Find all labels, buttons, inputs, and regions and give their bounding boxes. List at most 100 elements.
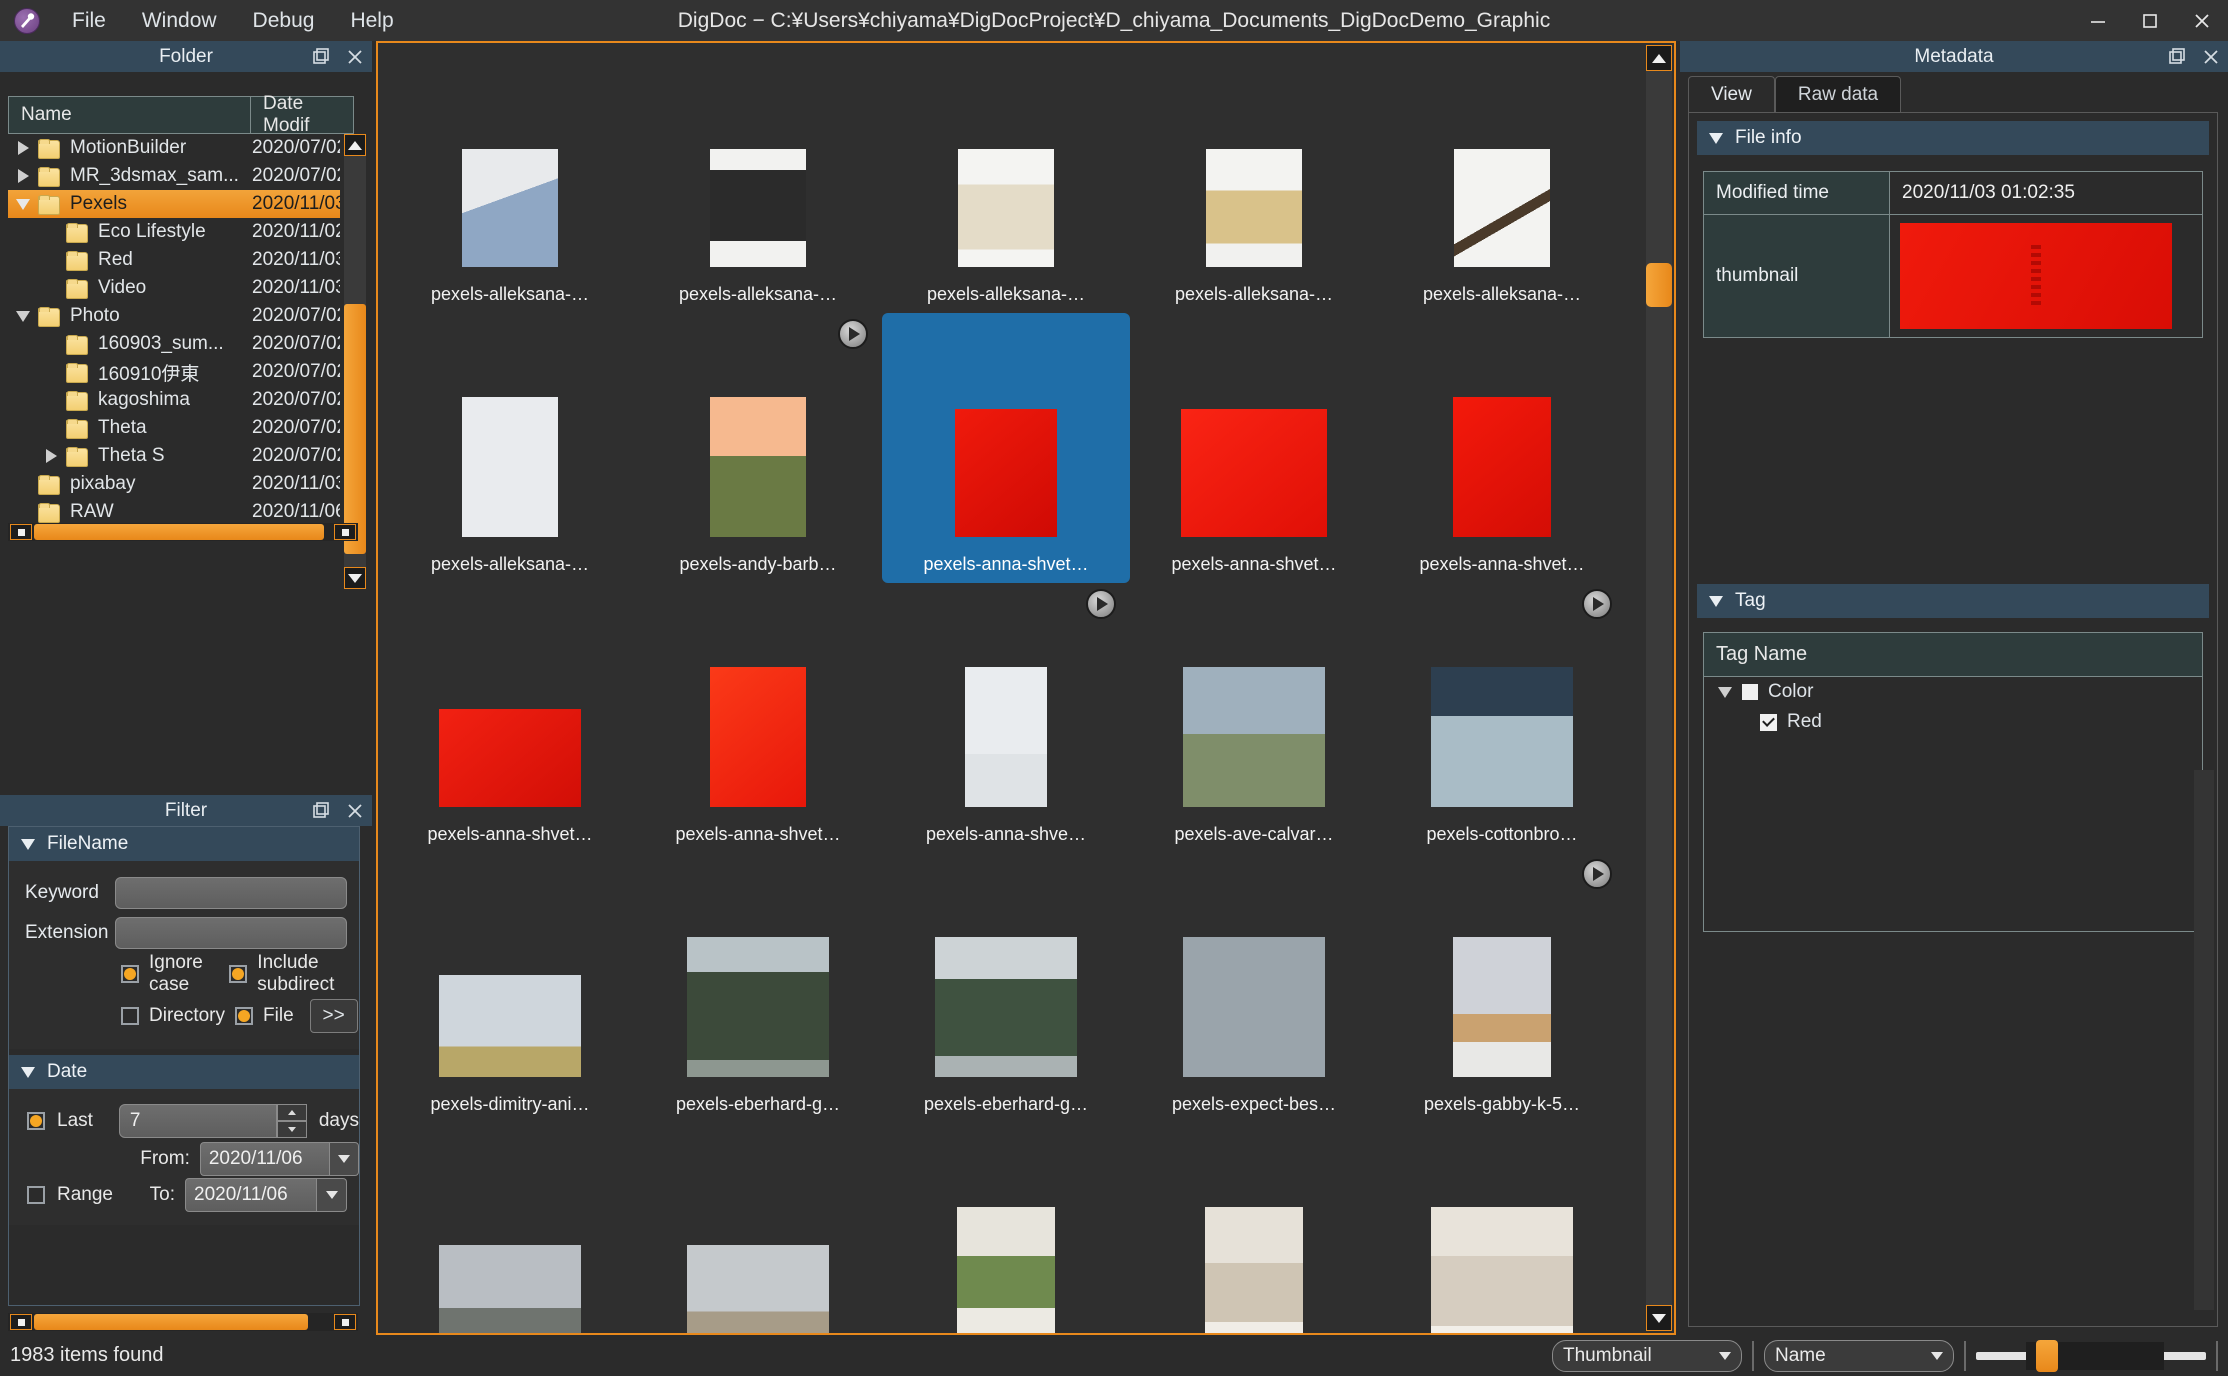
filter-group-filename-header[interactable]: FileName: [9, 827, 359, 861]
file-radio[interactable]: [235, 1007, 254, 1025]
folder-tree-vertical-scrollbar[interactable]: [344, 134, 366, 589]
scroll-left-icon[interactable]: [10, 524, 32, 540]
scroll-up-icon[interactable]: [344, 134, 366, 156]
close-icon[interactable]: [2200, 46, 2222, 68]
play-icon[interactable]: [1582, 859, 1612, 889]
last-days-input[interactable]: 7: [118, 1104, 277, 1138]
scroll-right-icon[interactable]: [334, 524, 356, 540]
thumbnail-cell[interactable]: pexels-karolina-g…: [1378, 1123, 1626, 1333]
column-header-date[interactable]: Date Modif: [251, 93, 353, 136]
thumbnail-cell[interactable]: pexels-anna-shvet…: [1378, 313, 1626, 583]
folder-tree-row[interactable]: Theta 2020/07/02: [8, 414, 340, 442]
thumbnail-cell[interactable]: pexels-ave-calvar…: [1130, 583, 1378, 853]
chevron-right-icon[interactable]: [8, 141, 38, 155]
scrollbar-thumb[interactable]: [34, 524, 324, 540]
float-window-icon[interactable]: [310, 46, 332, 68]
folder-tree-row[interactable]: Pexels 2020/11/03: [8, 190, 340, 218]
play-icon[interactable]: [1582, 589, 1612, 619]
extension-input[interactable]: [115, 917, 347, 949]
play-icon[interactable]: [838, 319, 868, 349]
chevron-right-icon[interactable]: [36, 449, 66, 463]
column-header-tag-name[interactable]: Tag Name: [1704, 633, 2202, 677]
keyword-input[interactable]: [115, 877, 347, 909]
scroll-up-icon[interactable]: [1646, 45, 1672, 71]
folder-tree-row[interactable]: Video 2020/11/03: [8, 274, 340, 302]
view-mode-select[interactable]: Thumbnail: [1552, 1339, 1742, 1372]
folder-tree-row[interactable]: RAW 2020/11/06: [8, 498, 340, 524]
folder-tree-row[interactable]: pixabay 2020/11/03: [8, 470, 340, 498]
chevron-down-icon[interactable]: [8, 310, 38, 322]
more-options-button[interactable]: >>: [309, 999, 358, 1033]
chevron-down-icon[interactable]: [1718, 686, 1732, 698]
tag-row[interactable]: Color: [1704, 677, 2202, 707]
thumbnail-cell[interactable]: pexels-anna-shvet…: [386, 583, 634, 853]
thumbnail-cell[interactable]: pexels-anna-shvet…: [882, 313, 1130, 583]
minimize-icon[interactable]: [2072, 0, 2124, 41]
folder-tree-row[interactable]: Red 2020/11/03: [8, 246, 340, 274]
tab-raw-data[interactable]: Raw data: [1774, 76, 1902, 112]
scroll-right-icon[interactable]: [334, 1314, 356, 1330]
tag-row[interactable]: Red: [1704, 707, 2202, 737]
thumbnail-cell[interactable]: pexels-eberhard-g…: [882, 853, 1130, 1123]
thumbnail-cell[interactable]: pexels-alleksana-…: [386, 313, 634, 583]
filter-horizontal-scrollbar[interactable]: [8, 1313, 358, 1331]
stepper-down-icon[interactable]: [276, 1121, 307, 1138]
stepper-up-icon[interactable]: [276, 1104, 307, 1121]
tab-view[interactable]: View: [1688, 76, 1775, 112]
scrollbar-track[interactable]: [344, 156, 366, 567]
folder-tree-row[interactable]: kagoshima 2020/07/02: [8, 386, 340, 414]
thumbnail-cell[interactable]: pexels-alleksana-…: [882, 43, 1130, 313]
column-header-name[interactable]: Name: [9, 97, 251, 133]
chevron-down-icon[interactable]: [8, 198, 38, 210]
thumbnail-cell[interactable]: pexels-george-she…: [386, 1123, 634, 1333]
metadata-vertical-scrollbar[interactable]: [2194, 770, 2214, 1310]
filter-group-date-header[interactable]: Date: [9, 1055, 359, 1089]
menu-help[interactable]: Help: [332, 0, 411, 41]
menu-debug[interactable]: Debug: [235, 0, 333, 41]
menu-file[interactable]: File: [54, 0, 124, 41]
from-date-input[interactable]: 2020/11/06: [199, 1142, 330, 1176]
chevron-right-icon[interactable]: [8, 169, 38, 183]
thumbnail-cell[interactable]: pexels-dimitry-ani…: [386, 853, 634, 1123]
scroll-down-icon[interactable]: [344, 567, 366, 589]
tag-checkbox[interactable]: [1742, 684, 1758, 700]
menu-window[interactable]: Window: [124, 0, 235, 41]
thumbnail-size-slider[interactable]: [1976, 1339, 2206, 1372]
directory-checkbox[interactable]: [121, 1007, 139, 1025]
file-info-header[interactable]: File info: [1697, 121, 2209, 155]
tag-header[interactable]: Tag: [1697, 584, 2209, 618]
include-subdirectory-radio[interactable]: [229, 965, 248, 983]
maximize-icon[interactable]: [2124, 0, 2176, 41]
grid-vertical-scrollbar[interactable]: [1646, 45, 1672, 1331]
thumbnail-cell[interactable]: pexels-karolina-g…: [882, 1123, 1130, 1333]
thumbnail-cell[interactable]: pexels-alleksana-…: [1378, 43, 1626, 313]
folder-tree-row[interactable]: Eco Lifestyle 2020/11/02: [8, 218, 340, 246]
range-checkbox[interactable]: [27, 1186, 45, 1204]
scrollbar-thumb[interactable]: [1646, 263, 1672, 307]
scroll-down-icon[interactable]: [1646, 1305, 1672, 1331]
thumbnail-cell[interactable]: pexels-cottonbro…: [1378, 583, 1626, 853]
ignore-case-radio[interactable]: [121, 965, 139, 983]
thumbnail-cell[interactable]: pexels-alleksana-…: [386, 43, 634, 313]
sort-by-select[interactable]: Name: [1764, 1339, 1954, 1372]
scrollbar-thumb[interactable]: [34, 1314, 308, 1330]
folder-tree-row[interactable]: Theta S 2020/07/02: [8, 442, 340, 470]
thumbnail-cell[interactable]: pexels-karolina-g…: [1130, 1123, 1378, 1333]
close-icon[interactable]: [2176, 0, 2228, 41]
last-radio[interactable]: [27, 1112, 45, 1130]
slider-thumb[interactable]: [2036, 1339, 2058, 1372]
thumbnail-grid-scroll-area[interactable]: pexels-alleksana-… pexels-alleksana-… pexe…: [378, 43, 1646, 1333]
thumbnail-cell[interactable]: pexels-gabby-k-5…: [1378, 853, 1626, 1123]
folder-tree-row[interactable]: Photo 2020/07/02: [8, 302, 340, 330]
thumbnail-cell[interactable]: pexels-andy-barb…: [634, 313, 882, 583]
close-icon[interactable]: [344, 46, 366, 68]
folder-tree-row[interactable]: 160910伊東 2020/07/02: [8, 358, 340, 386]
folder-tree-row[interactable]: MR_3dsmax_sam... 2020/07/02: [8, 162, 340, 190]
folder-tree-horizontal-scrollbar[interactable]: [8, 523, 358, 541]
thumbnail-cell[interactable]: pexels-alleksana-…: [634, 43, 882, 313]
thumbnail-cell[interactable]: pexels-alleksana-…: [1130, 43, 1378, 313]
to-date-input[interactable]: 2020/11/06: [185, 1178, 317, 1212]
from-date-dropdown-icon[interactable]: [329, 1142, 359, 1176]
play-icon[interactable]: [1086, 589, 1116, 619]
close-icon[interactable]: [344, 800, 366, 822]
